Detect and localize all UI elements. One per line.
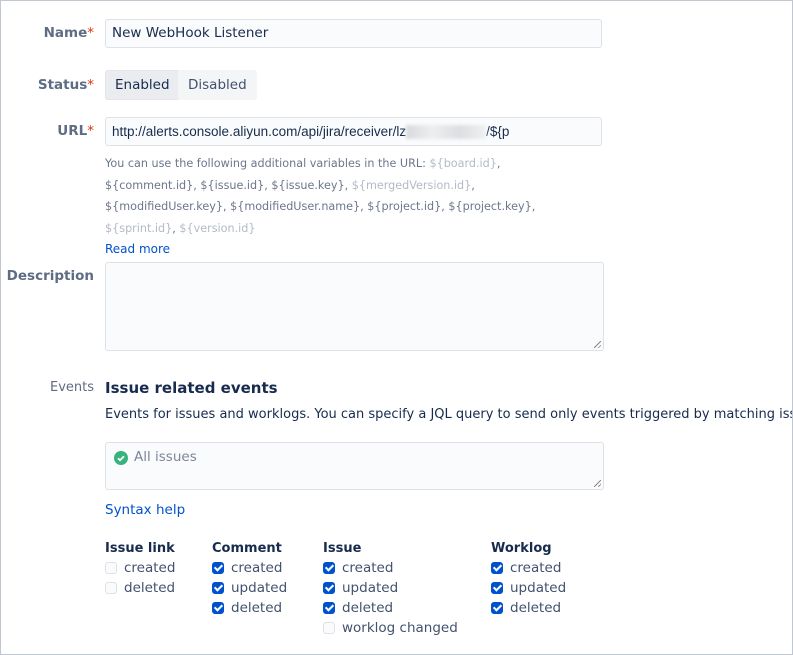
url-variable: ${version.id} <box>179 221 256 235</box>
name-label: Name* <box>43 25 94 41</box>
redacted-blur <box>406 125 487 140</box>
event-checkbox-row[interactable]: worklog changed <box>323 618 458 638</box>
checkbox-label: created <box>231 560 283 576</box>
description-textarea[interactable] <box>105 262 604 351</box>
event-group-title: Comment <box>212 541 282 556</box>
event-checkbox-row[interactable]: created <box>491 558 566 578</box>
checkbox-label: created <box>124 560 176 576</box>
description-label: Description <box>6 268 94 284</box>
status-enabled-button[interactable]: Enabled <box>105 70 180 100</box>
event-checkbox-row[interactable]: updated <box>212 578 287 598</box>
url-variable: ${issue.id} <box>200 178 265 192</box>
checkbox-label: created <box>342 560 394 576</box>
checkbox[interactable] <box>105 562 117 574</box>
checkbox-label: deleted <box>510 600 562 616</box>
events-label: Events <box>49 380 94 395</box>
checkbox[interactable] <box>212 602 224 614</box>
event-group-title: Worklog <box>491 541 552 556</box>
jql-input[interactable]: All issues <box>105 442 604 490</box>
event-checkbox-row[interactable]: created <box>323 558 458 578</box>
event-group-title: Issue link <box>105 541 175 556</box>
checkbox[interactable] <box>323 562 335 574</box>
url-value-end: /${p <box>486 124 510 139</box>
checkbox[interactable] <box>491 602 503 614</box>
name-input[interactable]: New WebHook Listener <box>105 19 602 48</box>
url-variable: ${board.id} <box>429 157 497 170</box>
url-help: You can use the following additional var… <box>105 157 536 256</box>
url-variable: ${sprint.id} <box>105 221 173 235</box>
check-circle-icon <box>114 451 128 465</box>
url-variable: ${modifiedUser.name} <box>230 200 361 213</box>
event-group: Worklog created updated deleted <box>491 541 566 618</box>
status-disabled-button[interactable]: Disabled <box>178 70 257 100</box>
event-group: Issue link created deleted <box>105 541 175 598</box>
event-checkbox-row[interactable]: deleted <box>105 578 175 598</box>
checkbox[interactable] <box>212 582 224 594</box>
resize-grip-icon[interactable] <box>594 480 601 487</box>
syntax-help-link[interactable]: Syntax help <box>105 502 185 518</box>
events-title: Issue related events <box>105 379 278 397</box>
checkbox-label: deleted <box>124 580 176 596</box>
checkbox[interactable] <box>323 622 335 634</box>
checkbox[interactable] <box>212 562 224 574</box>
checkbox-label: updated <box>231 580 288 596</box>
checkbox[interactable] <box>105 582 117 594</box>
checkbox[interactable] <box>323 602 335 614</box>
event-checkbox-row[interactable]: deleted <box>491 598 566 618</box>
webhook-form: Name* New WebHook Listener Status* Enabl… <box>0 0 793 655</box>
checkbox-label: worklog changed <box>342 620 458 636</box>
url-input[interactable]: http://alerts.console.aliyun.com/api/jir… <box>105 117 602 146</box>
event-group: Comment created updated deleted <box>212 541 287 618</box>
event-checkbox-row[interactable]: deleted <box>212 598 287 618</box>
url-variable: ${project.id} <box>367 200 442 213</box>
event-group-title: Issue <box>323 541 362 556</box>
checkbox-label: updated <box>510 580 567 596</box>
event-checkbox-row[interactable]: deleted <box>323 598 458 618</box>
read-more-link[interactable]: Read more <box>105 242 170 256</box>
event-checkbox-row[interactable]: updated <box>491 578 566 598</box>
checkbox-label: deleted <box>342 600 394 616</box>
url-label: URL* <box>57 123 94 139</box>
checkbox[interactable] <box>491 562 503 574</box>
url-variable: ${issue.key} <box>271 178 345 192</box>
checkbox[interactable] <box>323 582 335 594</box>
event-checkbox-row[interactable]: created <box>212 558 287 578</box>
checkbox-label: updated <box>342 580 399 596</box>
url-variable: ${mergedVersion.id} <box>351 178 472 192</box>
url-variable: ${modifiedUser.key} <box>105 200 223 213</box>
url-variable: ${project.key} <box>448 200 532 213</box>
checkbox-label: deleted <box>231 600 283 616</box>
checkbox-label: created <box>510 560 562 576</box>
events-description: Events for issues and worklogs. You can … <box>105 407 793 422</box>
event-checkbox-row[interactable]: created <box>105 558 175 578</box>
url-variable: ${comment.id} <box>105 178 194 192</box>
status-label: Status* <box>37 77 94 93</box>
checkbox[interactable] <box>491 582 503 594</box>
event-checkbox-row[interactable]: updated <box>323 578 458 598</box>
event-group: Issue created updated deleted worklog change… <box>323 541 458 638</box>
resize-grip-icon[interactable] <box>594 341 601 348</box>
